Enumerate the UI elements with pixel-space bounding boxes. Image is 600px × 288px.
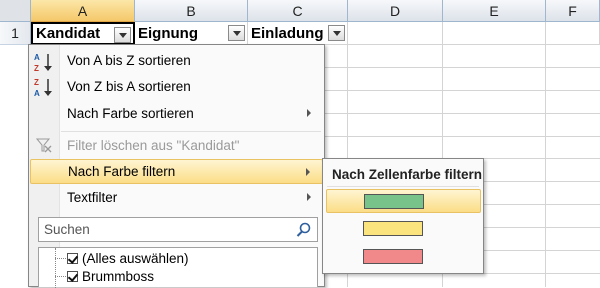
- filter-by-color-submenu: Nach Zellenfarbe filtern: [322, 158, 484, 274]
- list-item-checkbox[interactable]: Brummboss: [67, 267, 154, 285]
- sort-a-to-z-label: Von A bis Z sortieren: [67, 53, 191, 68]
- search-input[interactable]: Suchen: [38, 217, 318, 242]
- cell-a1[interactable]: Kandidat: [31, 22, 135, 45]
- grid-line: [322, 113, 600, 114]
- cell-b1[interactable]: Eignung: [135, 22, 248, 45]
- column-header-b[interactable]: B: [135, 0, 248, 22]
- value-list: (Alles auswählen) Brummboss: [38, 247, 318, 288]
- list-item-label: Brummboss: [82, 268, 155, 284]
- cell-color-option-red[interactable]: [326, 245, 481, 269]
- cell-a1-text: Kandidat: [36, 25, 101, 42]
- sort-by-color-item[interactable]: Nach Farbe sortieren: [30, 101, 323, 126]
- sort-by-color-label: Nach Farbe sortieren: [67, 106, 194, 121]
- row-header-1[interactable]: 1: [0, 22, 31, 45]
- column-header-f[interactable]: F: [546, 0, 600, 22]
- sort-z-to-a-label: Von Z bis A sortieren: [67, 79, 191, 94]
- grid-line: [322, 67, 600, 68]
- filter-by-color-label: Nach Farbe filtern: [68, 164, 176, 179]
- color-swatch-green: [364, 194, 424, 209]
- filter-dropdown-button[interactable]: [114, 27, 131, 43]
- search-placeholder: Suchen: [44, 222, 90, 237]
- column-header-c[interactable]: C: [248, 0, 348, 22]
- filter-arrow-icon: [119, 33, 127, 38]
- grid-line: [322, 90, 600, 91]
- tree-line: [55, 258, 66, 259]
- clear-filter-label: Filter löschen aus "Kandidat": [67, 138, 240, 153]
- grid-line: [322, 136, 600, 137]
- cell-b1-text: Eignung: [138, 24, 198, 42]
- column-header-d[interactable]: D: [348, 0, 443, 22]
- checkbox-checked-icon: [67, 252, 78, 264]
- column-header-a[interactable]: A: [31, 0, 135, 22]
- filter-arrow-icon: [333, 31, 341, 36]
- filter-by-color-item[interactable]: Nach Farbe filtern: [30, 159, 323, 184]
- text-filter-item[interactable]: Textfilter: [30, 185, 323, 210]
- cell-e1[interactable]: [443, 22, 546, 45]
- cell-f1[interactable]: [546, 22, 600, 45]
- sort-a-to-z-item[interactable]: Von A bis Z sortieren: [30, 48, 323, 73]
- text-filter-label: Textfilter: [67, 190, 118, 205]
- color-swatch-yellow: [363, 221, 423, 236]
- tree-line: [55, 248, 56, 288]
- cell-d1[interactable]: [348, 22, 443, 45]
- cell-c1[interactable]: Einladung: [248, 22, 348, 45]
- select-all-corner[interactable]: [0, 0, 31, 22]
- cell-c1-text: Einladung: [251, 24, 324, 42]
- checkbox-checked-icon: [67, 270, 78, 282]
- filter-arrow-icon: [233, 31, 241, 36]
- search-icon: [296, 222, 312, 241]
- color-swatch-red: [363, 249, 423, 264]
- submenu-title: Nach Zellenfarbe filtern: [332, 167, 483, 182]
- select-all-checkbox[interactable]: (Alles auswählen): [67, 249, 189, 267]
- submenu-arrow-icon: [307, 193, 311, 201]
- filter-dropdown-button[interactable]: [328, 25, 345, 41]
- submenu-arrow-icon: [306, 168, 310, 176]
- submenu-arrow-icon: [307, 109, 311, 117]
- menu-separator: [61, 131, 321, 132]
- clear-filter-item[interactable]: Filter löschen aus "Kandidat": [30, 133, 323, 158]
- menu-separator: [327, 186, 479, 187]
- tree-line: [55, 276, 66, 277]
- column-header-e[interactable]: E: [443, 0, 546, 22]
- select-all-label: (Alles auswählen): [82, 250, 189, 266]
- sort-z-to-a-item[interactable]: Von Z bis A sortieren: [30, 74, 323, 99]
- filter-dropdown-button[interactable]: [228, 25, 245, 41]
- cell-color-option-green[interactable]: [326, 189, 481, 213]
- cell-color-option-yellow[interactable]: [326, 217, 481, 241]
